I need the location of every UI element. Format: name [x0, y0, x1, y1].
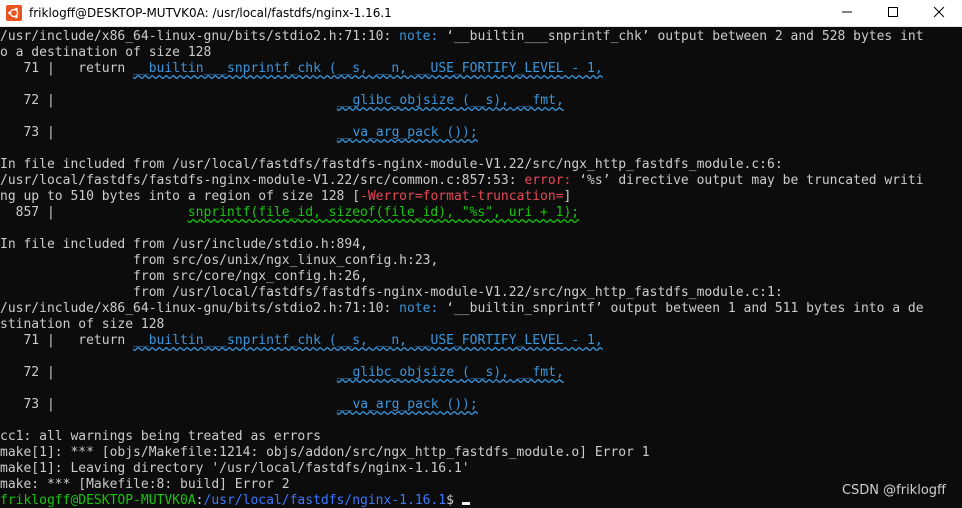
minimize-icon: [841, 6, 853, 21]
file-path: /usr/local/fastdfs/fastdfs-nginx-module-…: [0, 173, 525, 188]
source-line: 73 | __va_arg_pack ());: [0, 125, 478, 141]
output-line: /usr/local/fastdfs/fastdfs-nginx-module-…: [0, 173, 924, 189]
output-line: make[1]: *** [objs/Makefile:1214: objs/a…: [0, 445, 650, 460]
source-line: 71 | return __builtin___snprintf_chk (__…: [0, 61, 603, 77]
close-icon: [933, 6, 945, 21]
line-number: 73 |: [0, 125, 55, 140]
output-line: /usr/include/x86_64-linux-gnu/bits/stdio…: [0, 301, 924, 317]
terminal-window: friklogff@DESKTOP-MUTVK0A: /usr/local/fa…: [0, 0, 962, 508]
file-path: /usr/include/x86_64-linux-gnu/bits/stdio…: [0, 301, 400, 316]
message-text: ‘__builtin_snprintf’ output between 1 an…: [438, 301, 924, 316]
code-snippet: __va_arg_pack ());: [336, 397, 478, 412]
line-number: 72 |: [0, 365, 55, 380]
maximize-button[interactable]: [870, 0, 916, 27]
source-line: 72 | __glibc_objsize (__s), __fmt,: [0, 365, 564, 381]
prompt-path: /usr/local/fastdfs/nginx-1.16.1: [203, 493, 447, 508]
message-text: ]: [563, 189, 572, 204]
text-cursor: [461, 502, 470, 505]
error-label: error:: [524, 173, 572, 188]
code-snippet: __glibc_objsize (__s), __fmt,: [336, 365, 564, 380]
message-text: ‘%s’ directive output may be truncated w…: [571, 173, 924, 188]
source-line: 71 | return __builtin___snprintf_chk (__…: [0, 333, 603, 349]
message-text: ng up to 510 bytes into a region of size…: [0, 189, 361, 204]
source-line: 73 | __va_arg_pack ());: [0, 397, 478, 413]
code-snippet: __va_arg_pack ());: [336, 125, 478, 140]
output-line: make: *** [Makefile:8: build] Error 2: [0, 477, 290, 492]
output-line: /usr/include/x86_64-linux-gnu/bits/stdio…: [0, 29, 924, 45]
output-line: ng up to 510 bytes into a region of size…: [0, 189, 571, 205]
note-label: note:: [399, 29, 439, 44]
prompt-user: friklogff@DESKTOP-MUTVK0A: [0, 493, 196, 508]
watermark: CSDN @friklogff: [841, 483, 946, 498]
prompt-separator: :: [195, 493, 204, 508]
output-line: stination of size 128: [0, 317, 165, 332]
code-snippet: snprintf(file_id, sizeof(file_id), "%s",…: [187, 205, 580, 220]
source-line: 857 | snprintf(file_id, sizeof(file_id), …: [0, 205, 580, 221]
minimize-button[interactable]: [824, 0, 870, 27]
output-line: make[1]: Leaving directory '/usr/local/f…: [0, 461, 470, 476]
file-path: /usr/include/x86_64-linux-gnu/bits/stdio…: [0, 29, 400, 44]
code-snippet: __glibc_objsize (__s), __fmt,: [336, 93, 564, 108]
title-bar[interactable]: friklogff@DESKTOP-MUTVK0A: /usr/local/fa…: [0, 0, 962, 27]
window-title: friklogff@DESKTOP-MUTVK0A: /usr/local/fa…: [29, 6, 392, 20]
output-line: In file included from /usr/local/fastdfs…: [0, 157, 783, 172]
note-label: note:: [399, 301, 439, 316]
output-line: from src/core/ngx_config.h:26,: [0, 269, 368, 284]
output-line: In file included from /usr/include/stdio…: [0, 237, 368, 252]
line-number: 71 |: [0, 333, 79, 348]
source-line: 72 | __glibc_objsize (__s), __fmt,: [0, 93, 564, 109]
maximize-icon: [887, 6, 899, 21]
line-number: 73 |: [0, 397, 55, 412]
line-number: 857 |: [0, 205, 55, 220]
message-text: ‘__builtin___snprintf_chk’ output betwee…: [438, 29, 924, 44]
output-line: o a destination of size 128: [0, 45, 212, 60]
output-line: cc1: all warnings being treated as error…: [0, 429, 321, 444]
prompt-symbol: $: [446, 493, 462, 508]
code-keyword: return: [78, 61, 126, 76]
close-button[interactable]: [916, 0, 962, 27]
code-snippet: __builtin___snprintf_chk (__s, __n, __US…: [133, 333, 603, 348]
ubuntu-icon: [6, 5, 22, 21]
code-keyword: return: [78, 333, 126, 348]
terminal-output[interactable]: /usr/include/x86_64-linux-gnu/bits/stdio…: [0, 28, 962, 508]
shell-prompt[interactable]: friklogff@DESKTOP-MUTVK0A:/usr/local/fas…: [0, 493, 470, 508]
code-snippet: __builtin___snprintf_chk (__s, __n, __US…: [133, 61, 603, 76]
warning-flag: -Werror=format-truncation=: [360, 189, 564, 204]
output-line: from src/os/unix/ngx_linux_config.h:23,: [0, 253, 439, 268]
output-line: from /usr/local/fastdfs/fastdfs-nginx-mo…: [0, 285, 783, 300]
line-number: 71 |: [0, 61, 79, 76]
line-number: 72 |: [0, 93, 55, 108]
